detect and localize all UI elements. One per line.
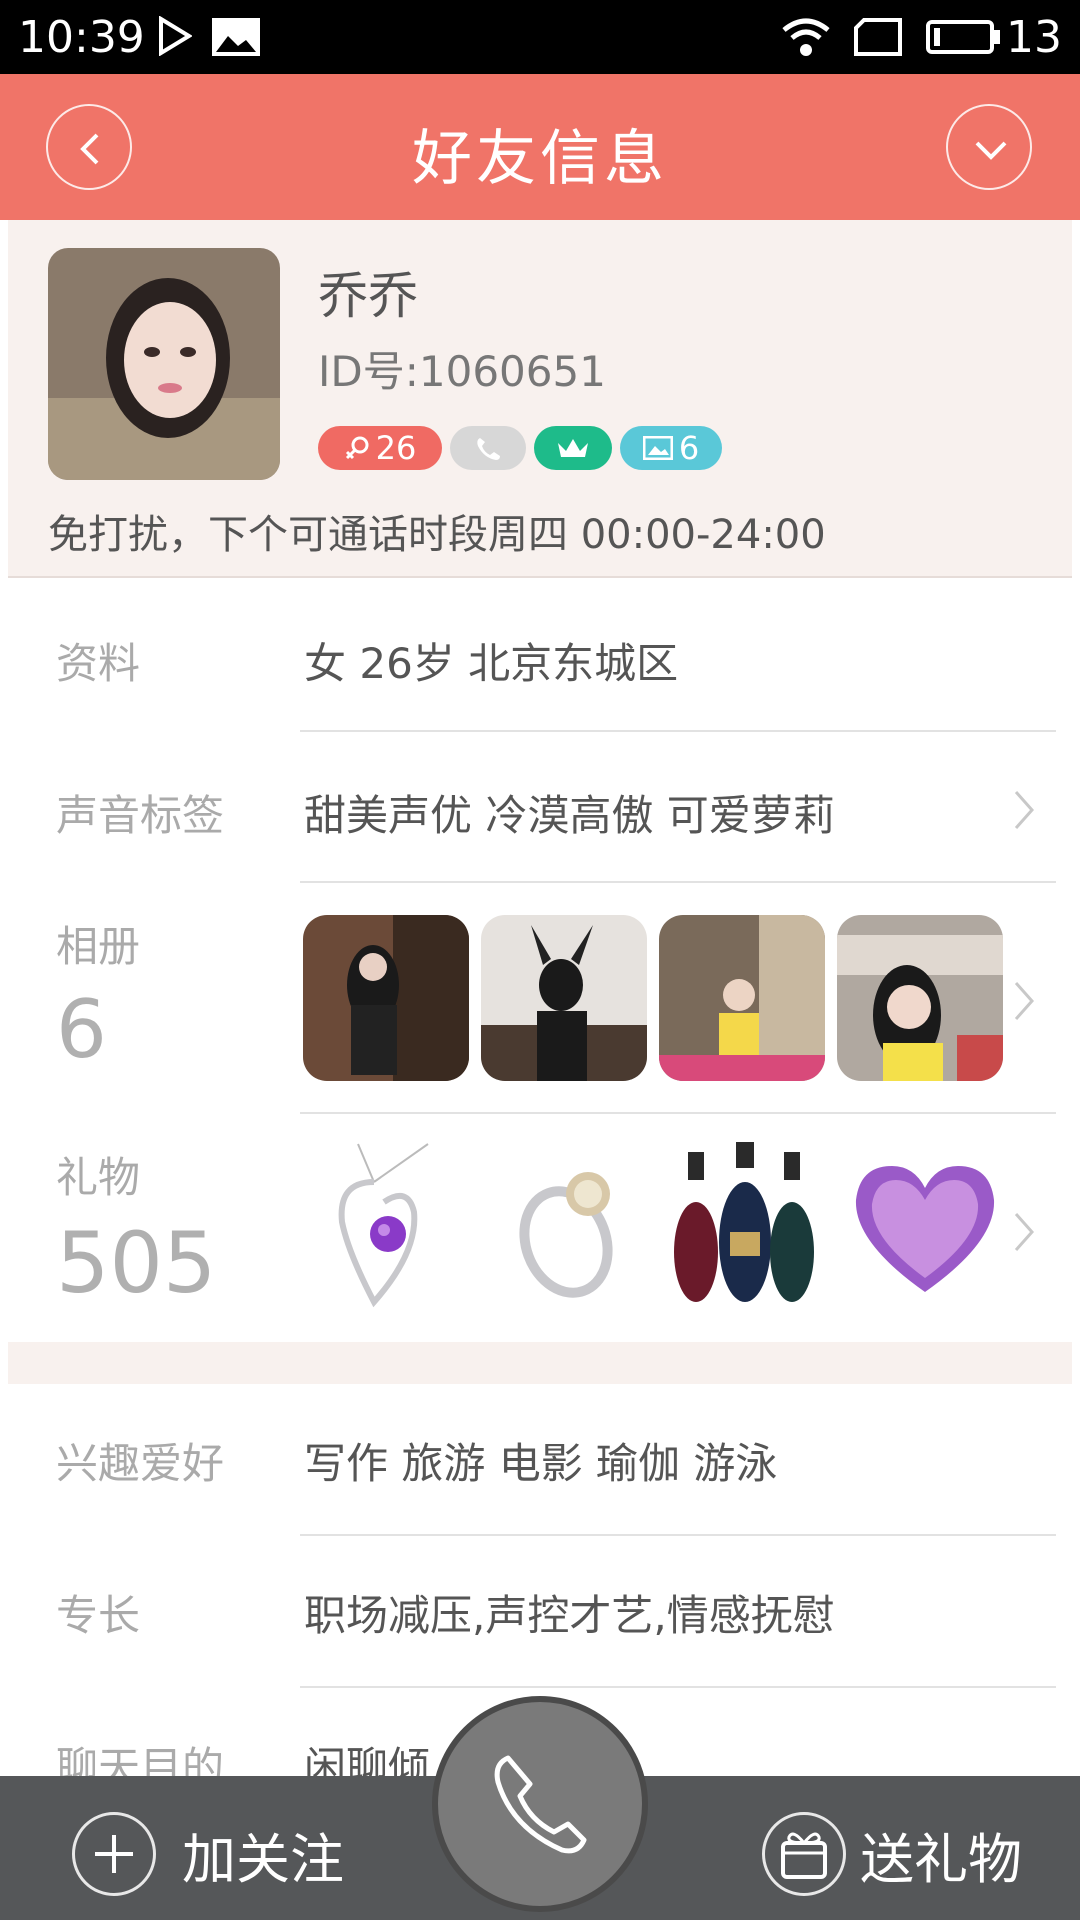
- album-label: 相册: [56, 922, 141, 971]
- crown-icon: [558, 439, 588, 457]
- gift-necklace[interactable]: [318, 1142, 468, 1312]
- gifts-label: 礼物: [56, 1153, 141, 1202]
- more-menu-button[interactable]: [946, 104, 1032, 190]
- album-count: 6: [56, 983, 107, 1076]
- photo-badge: 6: [620, 426, 722, 470]
- gift-heart[interactable]: [850, 1142, 1000, 1312]
- gender-icon: [345, 436, 369, 460]
- chevron-right-icon: [1014, 982, 1035, 1020]
- nickname: 乔乔: [318, 267, 418, 325]
- page-title: 好友信息: [412, 124, 668, 194]
- badge-row: 26 6: [318, 426, 722, 470]
- specialty-label: 专长: [56, 1591, 141, 1640]
- age-badge: 26: [318, 426, 442, 470]
- chevron-down-icon: [975, 141, 1007, 160]
- status-time: 10:39: [18, 12, 145, 63]
- voice-tags-label: 声音标签: [56, 791, 225, 840]
- play-icon: [158, 15, 193, 60]
- gifts-count: 505: [56, 1214, 217, 1312]
- user-id: ID号:1060651: [318, 347, 606, 396]
- follow-button[interactable]: 加关注: [72, 1812, 344, 1896]
- image-icon: [210, 16, 262, 62]
- vip-badge: [534, 426, 612, 470]
- do-not-disturb-text: 免打扰，下个可通话时段周四 00:00-24:00: [48, 512, 826, 558]
- hobbies-label: 兴趣爱好: [56, 1439, 225, 1488]
- chevron-right-icon: [1014, 1213, 1035, 1251]
- info-value: 女 26岁 北京东城区: [304, 639, 679, 688]
- follow-label: 加关注: [182, 1827, 344, 1891]
- phone-icon: [494, 1755, 587, 1854]
- chevron-right-icon: [1014, 791, 1035, 829]
- profile-card: 乔乔 ID号:1060651 26 6 免打扰，下个可通话时段周四 00:00-…: [8, 220, 1072, 578]
- battery-icon: [926, 16, 1002, 62]
- section-separator: [8, 1342, 1072, 1384]
- gift-icon: [762, 1812, 846, 1896]
- voice-tags-value: 甜美声优 冷漠高傲 可爱萝莉: [304, 791, 835, 840]
- album-photo[interactable]: [659, 915, 825, 1081]
- album-photo[interactable]: [303, 915, 469, 1081]
- plus-icon: [72, 1812, 156, 1896]
- specialty-value: 职场减压,声控才艺,情感抚慰: [304, 1591, 835, 1640]
- phone-icon: [477, 438, 500, 460]
- phone-badge: [450, 426, 526, 470]
- album-photo[interactable]: [481, 915, 647, 1081]
- gift-ring[interactable]: [496, 1142, 646, 1312]
- battery-level: 13: [1006, 12, 1062, 63]
- chat-purpose-label: 聊天目的: [56, 1743, 225, 1776]
- album-row[interactable]: 相册 6: [8, 883, 1072, 1113]
- wifi-icon: [780, 16, 832, 62]
- photo-badge-value: 6: [678, 429, 700, 467]
- gift-liquor[interactable]: [672, 1142, 822, 1312]
- specialty-row: 专长 职场减压,声控才艺,情感抚慰: [8, 1536, 1072, 1686]
- send-gift-label: 送礼物: [860, 1827, 1022, 1891]
- chat-purpose-value: 闲聊倾: [304, 1743, 431, 1776]
- sim-icon: [852, 16, 904, 62]
- voice-tags-row[interactable]: 声音标签 甜美声优 冷漠高傲 可爱萝莉: [8, 732, 1072, 882]
- album-photo[interactable]: [837, 915, 1003, 1081]
- call-button[interactable]: [432, 1696, 648, 1912]
- send-gift-button[interactable]: 送礼物: [762, 1812, 1022, 1896]
- age-badge-value: 26: [375, 429, 417, 467]
- photo-icon: [642, 436, 673, 460]
- app-header: 好友信息: [0, 74, 1080, 220]
- avatar[interactable]: [48, 248, 280, 480]
- album-thumbnails: [303, 915, 1023, 1081]
- hobbies-value: 写作 旅游 电影 瑜伽 游泳: [304, 1439, 778, 1488]
- info-row: 资料 女 26岁 北京东城区: [8, 580, 1072, 732]
- info-label: 资料: [56, 639, 141, 688]
- status-bar: 10:39 13: [0, 0, 1080, 74]
- hobbies-row: 兴趣爱好 写作 旅游 电影 瑜伽 游泳: [8, 1384, 1072, 1534]
- gifts-row[interactable]: 礼物 505: [8, 1114, 1072, 1342]
